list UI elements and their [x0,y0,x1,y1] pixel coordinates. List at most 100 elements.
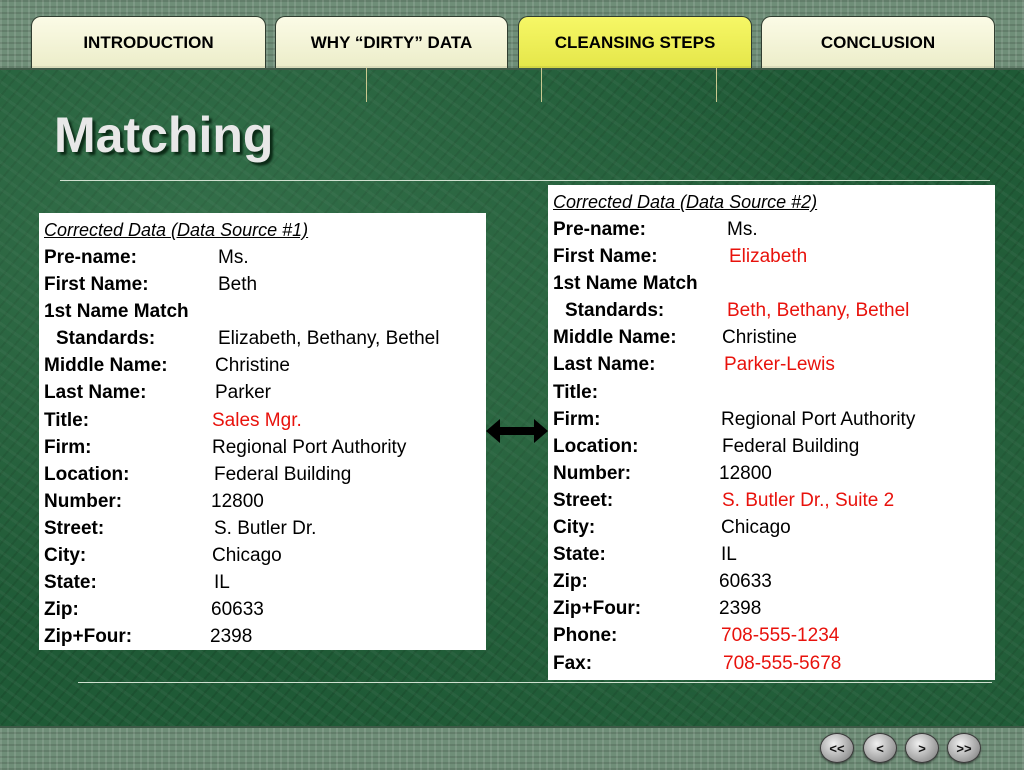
field-label: Location: [553,435,639,457]
field-value: 60633 [211,599,264,621]
field-value: Federal Building [214,463,352,485]
field-row: 1st Name Match [553,270,991,297]
field-row: Street: S. Butler Dr. [44,515,482,542]
field-label: Last Name: [553,354,656,376]
field-value: 12800 [211,490,264,512]
panel-title: Corrected Data (Data Source #2) [553,192,818,212]
page-title: Matching [54,107,274,163]
field-value: Beth, Bethany, Bethel [727,300,910,322]
field-row: First Name: Elizabeth [553,243,991,270]
field-value: Regional Port Authority [212,436,407,458]
field-label: Title: [44,409,90,431]
field-value: Federal Building [722,435,860,457]
field-label: 1st Name Match [553,273,698,295]
field-value: 708-555-5678 [723,652,842,674]
field-label: State: [553,544,606,566]
field-row: Location: Federal Building [44,461,482,488]
field-row: Street: S. Butler Dr., Suite 2 [553,487,991,514]
field-row: 1st Name Match [44,298,482,325]
field-row: Middle Name: Christine [553,324,991,351]
field-value: 2398 [719,598,762,620]
field-value: Parker [215,382,271,404]
field-label: Standards: [565,300,665,322]
field-label: City: [44,545,87,567]
previous-slide-button[interactable]: < [863,733,897,763]
field-label: Zip: [553,571,588,593]
field-row: Zip+Four: 2398 [553,595,991,622]
field-row: Zip: 60633 [44,596,482,623]
field-value: Elizabeth [729,246,808,268]
tab-introduction[interactable]: INTRODUCTION [31,16,266,68]
field-row: Title: [553,379,991,406]
field-value: Christine [722,327,797,349]
tab-conclusion[interactable]: CONCLUSION [761,16,995,68]
data-source-1-panel: Corrected Data (Data Source #1) Pre-name… [39,213,486,650]
field-row: City: Chicago [44,542,482,569]
field-value: 708-555-1234 [721,625,840,647]
field-row: State: IL [553,541,991,568]
field-value: Chicago [721,517,791,539]
field-value: 60633 [719,571,772,593]
field-row: Firm: Regional Port Authority [553,406,991,433]
field-row: Standards: Elizabeth, Bethany, Bethel [44,325,482,352]
field-label: Pre-name: [44,247,137,268]
field-row: Zip: 60633 [553,568,991,595]
field-row: Pre-name: Ms. [553,216,991,243]
field-label: Pre-name: [553,219,646,240]
field-row: Standards: Beth, Bethany, Bethel [553,297,991,324]
field-label: Number: [553,462,632,484]
field-row: Title: Sales Mgr. [44,407,482,434]
double-headed-arrow-icon [486,419,548,443]
panel-title: Corrected Data (Data Source #1) [44,220,309,240]
field-label: Title: [553,381,599,403]
field-label: Fax: [553,652,593,674]
field-label: City: [553,517,596,539]
field-value: Chicago [212,545,282,567]
field-label: Zip+Four: [44,626,133,648]
field-row: Last Name: Parker [44,379,482,406]
first-slide-button[interactable]: << [820,733,854,763]
field-row: Number: 12800 [553,460,991,487]
field-label: 1st Name Match [44,301,189,323]
field-row: Phone: 708-555-1234 [553,622,991,649]
field-value: Ms. [218,247,249,268]
field-label: Zip: [44,599,79,621]
field-row: Location: Federal Building [553,433,991,460]
data-source-2-panel: Corrected Data (Data Source #2) Pre-name… [548,185,995,680]
field-value: Elizabeth, Bethany, Bethel [218,328,440,350]
tab-cleansing-steps[interactable]: CLEANSING STEPS [518,16,752,68]
field-label: Street: [553,489,614,511]
field-row: Firm: Regional Port Authority [44,434,482,461]
divider-top [60,180,990,181]
field-label: Middle Name: [44,355,168,377]
field-row: Fax: 708-555-5678 [553,650,991,677]
field-label: First Name: [44,274,149,296]
field-row: City: Chicago [553,514,991,541]
field-label: Firm: [44,436,92,458]
last-slide-button[interactable]: >> [947,733,981,763]
field-value: Regional Port Authority [721,408,916,430]
field-row: State: IL [44,569,482,596]
divider-bottom [78,682,992,683]
field-value: S. Butler Dr., Suite 2 [722,489,895,511]
field-row: Pre-name: Ms. [44,244,482,271]
field-label: State: [44,572,97,594]
field-row: Zip+Four: 2398 [44,623,482,650]
field-value: Christine [215,355,290,377]
field-label: Phone: [553,625,618,647]
tab-connector [366,68,367,102]
field-row: Last Name: Parker-Lewis [553,351,991,378]
field-row: Number: 12800 [44,488,482,515]
next-slide-button[interactable]: > [905,733,939,763]
tab-connector [716,68,717,102]
field-value: IL [721,544,737,566]
field-label: Number: [44,490,123,512]
field-value: 12800 [719,462,772,484]
tab-why-dirty-data[interactable]: WHY “DIRTY” DATA [275,16,508,68]
field-label: Last Name: [44,382,147,404]
field-value: 2398 [210,626,253,648]
field-value: IL [214,572,230,594]
tab-connector [541,68,542,102]
field-value: Beth [218,274,258,296]
field-value: Sales Mgr. [212,409,302,431]
